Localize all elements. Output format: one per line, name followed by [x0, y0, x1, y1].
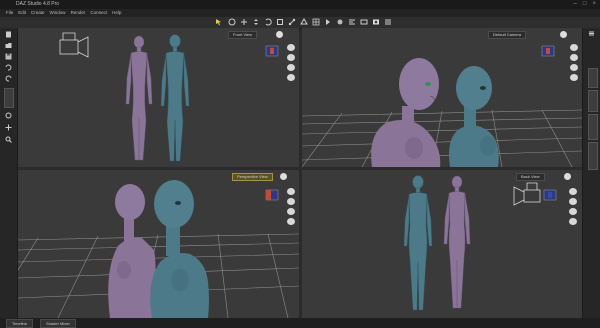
frame-control-icon[interactable] [287, 74, 295, 81]
frame-control-icon[interactable] [569, 218, 577, 225]
rotate-icon[interactable] [264, 18, 272, 26]
render-settings-icon[interactable] [384, 18, 392, 26]
zoom-control-icon[interactable] [569, 208, 577, 215]
orbit-control-icon[interactable] [287, 44, 295, 51]
teal-female-figure[interactable] [150, 180, 209, 318]
pan-control-icon[interactable] [570, 54, 578, 61]
viewport-camera-selector[interactable]: Front View [228, 31, 258, 39]
pane-options-icon[interactable] [588, 30, 595, 37]
viewport-front-view[interactable]: Front View [18, 28, 299, 167]
viewport-camera-selector[interactable]: Perspective View [232, 173, 273, 181]
translate-icon[interactable] [252, 18, 260, 26]
new-scene-icon[interactable] [5, 31, 12, 38]
region-navigator-icon[interactable] [360, 18, 368, 26]
tab-timeline[interactable]: Timeline [6, 319, 33, 328]
close-icon[interactable]: × [592, 1, 596, 7]
perspective-view-canvas[interactable] [18, 170, 299, 318]
purple-female-figure[interactable] [125, 35, 153, 161]
menu-window[interactable]: Window [50, 10, 66, 15]
pan-control-icon[interactable] [569, 198, 577, 205]
viewport-camera-selector[interactable]: Back View [516, 173, 545, 181]
menu-file[interactable]: File [6, 10, 13, 15]
viewport-camera-selector[interactable]: Default Camera [488, 31, 527, 39]
scale-icon[interactable] [276, 18, 284, 26]
pointer-tool-icon[interactable] [215, 18, 223, 26]
zoom-icon[interactable] [5, 136, 12, 143]
menu-edit[interactable]: Edit [18, 10, 26, 15]
camera-icon [513, 182, 541, 206]
tab-shader-mixer[interactable]: Shader Mixer [40, 319, 76, 328]
view-cube-front-icon[interactable] [264, 188, 280, 202]
right-pane-tabs [582, 28, 600, 318]
orbit-control-icon[interactable] [569, 188, 577, 195]
render-icon[interactable] [372, 18, 380, 26]
right-pane-tab-parameters[interactable] [588, 90, 598, 112]
viewport-navigation-controls [569, 44, 579, 81]
viewport-navigation-controls [286, 188, 296, 225]
teal-female-figure[interactable] [403, 175, 433, 311]
ground-grid [302, 109, 582, 167]
pan-icon[interactable] [5, 124, 12, 131]
back-view-canvas[interactable] [302, 170, 582, 318]
viewport-menu-icon[interactable] [280, 173, 287, 180]
front-view-canvas[interactable] [18, 28, 299, 167]
view-cube-front-icon[interactable] [264, 44, 280, 58]
menu-connect[interactable]: Connect [90, 10, 107, 15]
universal-tool-icon[interactable] [240, 18, 248, 26]
teal-female-figure[interactable] [160, 34, 190, 162]
viewport-navigation-controls [286, 44, 296, 81]
viewport-default-camera[interactable]: Default Camera [302, 28, 582, 167]
align-icon[interactable] [348, 18, 356, 26]
pan-control-icon[interactable] [287, 198, 295, 205]
zoom-control-icon[interactable] [287, 64, 295, 71]
viewport-menu-icon[interactable] [560, 31, 567, 38]
surface-selection-icon[interactable] [300, 18, 308, 26]
save-icon[interactable] [5, 53, 12, 60]
minimize-icon[interactable]: – [574, 1, 577, 7]
menu-bar: File Edit Create Window Render Connect H… [0, 9, 600, 17]
view-cube-front-icon[interactable] [540, 44, 556, 58]
menu-create[interactable]: Create [31, 10, 45, 15]
maximize-icon[interactable]: □ [583, 1, 587, 7]
camera-icon [59, 32, 89, 58]
window-title: DAZ Studio 4.8 Pro [16, 1, 60, 7]
pan-control-icon[interactable] [287, 54, 295, 61]
purple-female-figure[interactable] [443, 175, 471, 309]
window-controls: – □ × [574, 1, 596, 7]
geometry-editor-icon[interactable] [312, 18, 320, 26]
menu-render[interactable]: Render [71, 10, 86, 15]
title-bar: DAZ Studio 4.8 Pro – □ × [0, 0, 600, 9]
right-pane-tab-scene[interactable] [588, 68, 598, 88]
right-pane-tab-posing[interactable] [588, 142, 598, 170]
viewport-menu-icon[interactable] [564, 173, 571, 180]
node-selection-icon[interactable] [228, 18, 236, 26]
frame-control-icon[interactable] [287, 218, 295, 225]
node-weight-icon[interactable] [336, 18, 344, 26]
purple-female-figure[interactable] [371, 58, 441, 167]
spin-icon[interactable] [5, 112, 12, 119]
purple-female-figure[interactable] [108, 184, 156, 318]
orbit-control-icon[interactable] [570, 44, 578, 51]
left-pane-tabs [0, 28, 18, 318]
viewport-perspective-view[interactable]: Perspective View [18, 170, 299, 318]
viewport-navigation-controls [568, 188, 578, 225]
viewport-back-view[interactable]: Back View [302, 170, 582, 318]
joint-editor-icon[interactable] [288, 18, 296, 26]
redo-icon[interactable] [5, 75, 12, 82]
menu-list: File Edit Create Window Render Connect H… [6, 10, 121, 15]
left-pane-tab-smart-content[interactable] [4, 88, 14, 108]
menu-help[interactable]: Help [112, 10, 121, 15]
viewport-menu-icon[interactable] [276, 31, 283, 38]
zoom-control-icon[interactable] [287, 208, 295, 215]
zoom-control-icon[interactable] [570, 64, 578, 71]
bottom-pane-tabs: Timeline Shader Mixer [0, 318, 600, 328]
orbit-control-icon[interactable] [287, 188, 295, 195]
spot-render-icon[interactable] [324, 18, 332, 26]
teal-female-figure[interactable] [449, 66, 499, 167]
undo-icon[interactable] [5, 64, 12, 71]
right-pane-tab-surfaces[interactable] [588, 114, 598, 140]
view-cube-back-icon[interactable] [542, 188, 558, 202]
open-folder-icon[interactable] [5, 42, 12, 49]
frame-control-icon[interactable] [570, 74, 578, 81]
